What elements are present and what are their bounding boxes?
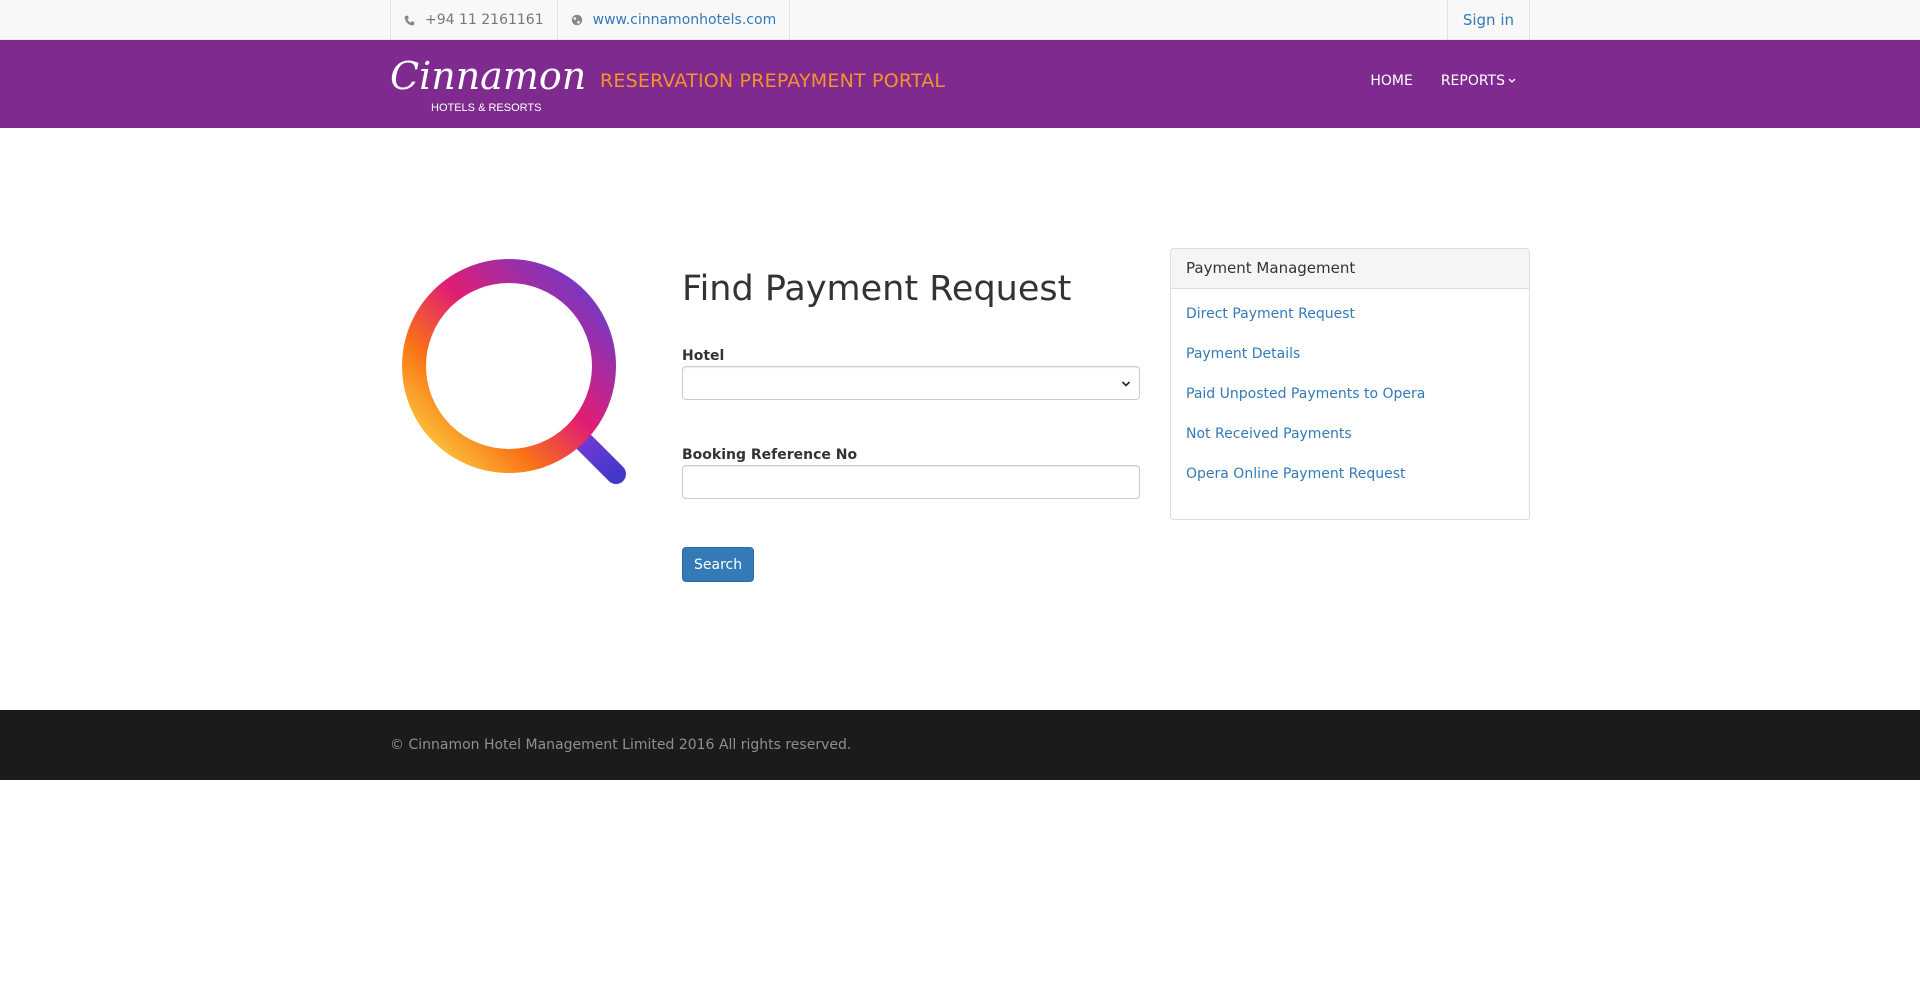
hotel-select[interactable] [682, 366, 1140, 400]
signin-link[interactable]: Sign in [1463, 11, 1514, 29]
booking-reference-input[interactable] [682, 465, 1140, 499]
booking-reference-label: Booking Reference No [682, 447, 858, 463]
portal-title: RESERVATION PREPAYMENT PORTAL [600, 70, 946, 92]
find-payment-form: Find Payment Request Hotel Booking Refer… [682, 269, 1140, 582]
payment-management-panel: Payment Management Direct Payment Reques… [1170, 248, 1530, 520]
main-header: Cinnamon HOTELS & RESORTS RESERVATION PR… [0, 40, 1920, 128]
nav-home[interactable]: HOME [1370, 73, 1412, 89]
logo-wordmark: Cinnamon [390, 54, 586, 98]
website-link[interactable]: www.cinnamonhotels.com [593, 12, 777, 28]
chevron-down-icon [1508, 76, 1516, 87]
hotel-label: Hotel [682, 348, 725, 364]
cinnamon-logo[interactable]: Cinnamon HOTELS & RESORTS [390, 53, 586, 115]
link-payment-details[interactable]: Payment Details [1186, 344, 1514, 364]
nav-reports-label: REPORTS [1440, 73, 1505, 89]
link-direct-payment-request[interactable]: Direct Payment Request [1186, 304, 1514, 324]
phone-icon [404, 15, 415, 26]
panel-body: Direct Payment Request Payment Details P… [1171, 289, 1529, 484]
booking-field-group: Booking Reference No [682, 447, 1140, 499]
footer: © Cinnamon Hotel Management Limited 2016… [0, 710, 1920, 780]
signin-cell: Sign in [1446, 0, 1530, 40]
phone-contact: +94 11 2161161 [390, 0, 557, 40]
top-bar: +94 11 2161161 www.cinnamonhotels.com Si… [0, 0, 1920, 40]
chevron-down-icon [1121, 377, 1131, 387]
page-title: Find Payment Request [682, 269, 1072, 309]
nav-reports[interactable]: REPORTS [1441, 73, 1516, 89]
magnifier-icon [402, 259, 626, 484]
copyright-text: © Cinnamon Hotel Management Limited 2016… [390, 737, 852, 753]
search-button[interactable]: Search [682, 547, 755, 582]
link-paid-unposted-payments[interactable]: Paid Unposted Payments to Opera [1186, 384, 1514, 404]
logo-tagline: HOTELS & RESORTS [431, 102, 541, 114]
top-bar-spacer [790, 0, 1447, 40]
link-not-received-payments[interactable]: Not Received Payments [1186, 424, 1514, 444]
phone-number: +94 11 2161161 [425, 12, 544, 28]
globe-icon [571, 14, 583, 26]
panel-heading: Payment Management [1171, 249, 1529, 289]
link-opera-online-payment-request[interactable]: Opera Online Payment Request [1186, 464, 1514, 484]
hotel-field-group: Hotel [682, 348, 1140, 400]
website-contact: www.cinnamonhotels.com [556, 0, 791, 40]
main-nav: HOME REPORTS [1342, 73, 1516, 89]
main-content: Find Payment Request Hotel Booking Refer… [0, 128, 1920, 710]
